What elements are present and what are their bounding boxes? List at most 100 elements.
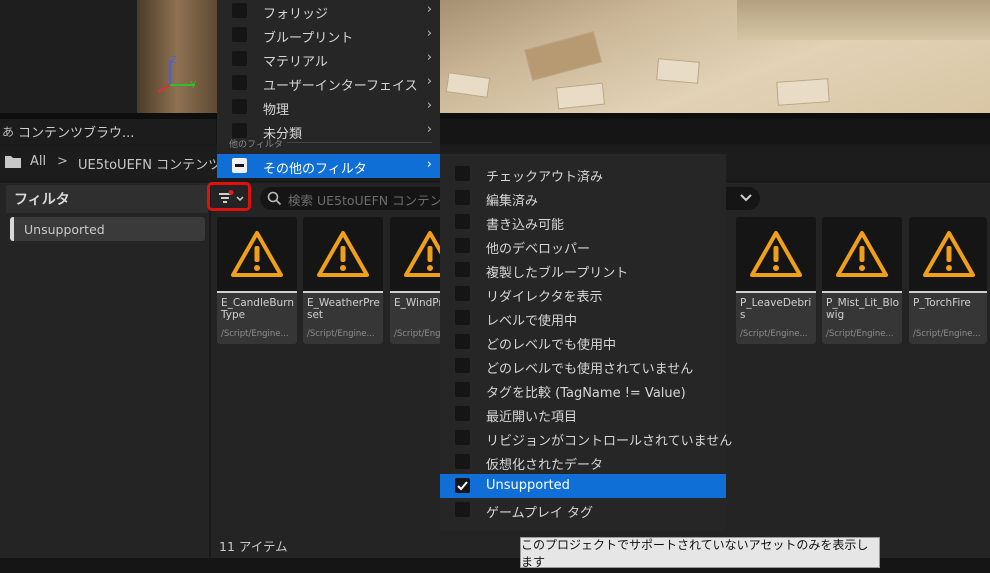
menu-item-label: ブループリント <box>263 31 354 46</box>
asset-path: /Script/Engine... <box>307 329 375 339</box>
other-filter-item[interactable]: レベルで使用中 <box>440 306 726 330</box>
asset-name: E_CandleBurnType <box>221 297 294 321</box>
asset-thumbnail <box>217 217 297 291</box>
checkbox[interactable] <box>455 262 470 277</box>
checkbox[interactable] <box>232 75 247 90</box>
checkbox[interactable] <box>455 454 470 469</box>
other-filter-item[interactable]: ゲームプレイ タグ <box>440 498 726 522</box>
asset-thumbnail <box>822 217 902 291</box>
folder-icon <box>5 156 21 168</box>
tab-content-browser[interactable]: あ コンテンツブラウ... <box>0 119 216 144</box>
other-filter-item[interactable]: タグを比較 (TagName != Value) <box>440 378 726 402</box>
other-filter-item[interactable]: 仮想化されたデータ <box>440 450 726 474</box>
asset-path: /Script/Engine... <box>221 329 289 339</box>
filter-chip-indicator <box>10 217 14 241</box>
checkbox[interactable] <box>455 190 470 205</box>
checkbox[interactable] <box>455 238 470 253</box>
checkbox[interactable] <box>455 358 470 373</box>
cobblestone <box>555 82 606 110</box>
asset-tile[interactable]: P_LeaveDebris/Script/Engine... <box>736 217 816 344</box>
other-filter-item[interactable]: リダイレクタを表示 <box>440 282 726 306</box>
checkbox[interactable] <box>455 214 470 229</box>
indeterminate-checkbox[interactable] <box>232 158 247 173</box>
asset-name: E_WeatherPreset <box>307 297 380 321</box>
menu-item-label: 最近開いた項目 <box>486 410 578 425</box>
menu-item-label: Unsupported <box>486 478 570 493</box>
market-stall <box>737 0 990 40</box>
chevron-right-icon: › <box>426 74 432 89</box>
checkbox[interactable] <box>455 382 470 397</box>
warning-icon <box>923 231 975 277</box>
checkbox[interactable] <box>232 51 247 66</box>
asset-tile[interactable]: P_TorchFire/Script/Engine... <box>909 217 987 344</box>
filter-icon <box>219 190 244 203</box>
menu-item-label: レベルで使用中 <box>486 314 578 329</box>
other-filter-item[interactable]: 最近開いた項目 <box>440 402 726 426</box>
chevron-right-icon: › <box>426 157 432 172</box>
checked-checkbox[interactable] <box>455 478 470 493</box>
asset-tile[interactable]: P_Mist_Lit_Blowig/Script/Engine... <box>822 217 902 344</box>
filter-chip-label: Unsupported <box>24 221 105 237</box>
other-filter-item[interactable]: 他のデベロッパー <box>440 234 726 258</box>
other-filter-item[interactable]: どのレベルでも使用中 <box>440 330 726 354</box>
filter-menu-item[interactable]: フォリッジ › <box>217 0 440 23</box>
wooden-pallet <box>524 31 602 81</box>
checkbox[interactable] <box>232 27 247 42</box>
menu-item-label: 書き込み可能 <box>486 218 565 233</box>
asset-info: P_TorchFire/Script/Engine... <box>909 293 987 344</box>
asset-info: E_WeatherPreset/Script/Engine... <box>303 293 383 344</box>
checkbox[interactable] <box>232 123 247 138</box>
section-label-other-filters: 他のフィルタ <box>229 140 283 150</box>
checkbox[interactable] <box>232 3 247 18</box>
menu-item-other-filters[interactable]: その他のフィルタ › <box>217 154 440 178</box>
axis-gizmo-icon: Z Y <box>157 55 197 93</box>
other-filter-item[interactable]: 書き込み可能 <box>440 210 726 234</box>
other-filter-item[interactable]: リビジョンがコントロールされていません <box>440 426 732 450</box>
other-filter-item[interactable]: Unsupported <box>440 474 726 498</box>
menu-item-label: 物理 <box>263 103 290 118</box>
checkbox[interactable] <box>455 502 470 517</box>
other-filter-item[interactable]: どのレベルでも使用されていません <box>440 354 726 378</box>
warning-icon <box>317 231 369 277</box>
warning-icon <box>750 231 802 277</box>
menu-item-label: フォリッジ <box>263 7 329 22</box>
filter-menu-item[interactable]: ブループリント › <box>217 23 440 47</box>
menu-divider <box>287 142 432 143</box>
breadcrumb-separator: > <box>57 154 68 169</box>
other-filter-item[interactable]: 編集済み <box>440 186 726 210</box>
checkbox[interactable] <box>455 430 470 445</box>
menu-item-label: タグを比較 (TagName != Value) <box>486 386 686 401</box>
breadcrumb-folder[interactable]: UE5toUEFN コンテンツ <box>78 154 221 173</box>
checkbox[interactable] <box>455 166 470 181</box>
chevron-down-icon[interactable] <box>740 193 752 203</box>
checkbox[interactable] <box>455 286 470 301</box>
menu-item-label: チェックアウト済み <box>486 170 604 185</box>
filter-menu-item[interactable]: ユーザーインターフェイス › <box>217 71 440 95</box>
filter-menu-item[interactable]: マテリアル › <box>217 47 440 71</box>
search-icon <box>267 191 282 206</box>
warning-icon <box>836 231 888 277</box>
item-count: 11 アイテム <box>219 539 288 554</box>
filters-header[interactable]: フィルタ <box>6 185 208 213</box>
asset-name: P_Mist_Lit_Blowig <box>826 297 900 321</box>
menu-item-label: その他のフィルタ <box>263 162 367 177</box>
asset-thumbnail <box>303 217 383 291</box>
other-filter-item[interactable]: チェックアウト済み <box>440 162 726 186</box>
other-filter-item[interactable]: 複製したブループリント <box>440 258 726 282</box>
asset-tile[interactable]: E_WeatherPreset/Script/Engine... <box>303 217 383 344</box>
filter-menu-item[interactable]: 物理 › <box>217 95 440 119</box>
warning-icon <box>231 231 283 277</box>
asset-tile[interactable]: E_CandleBurnType/Script/Engine... <box>217 217 297 344</box>
asset-path: /Script/Engine... <box>826 329 894 339</box>
asset-name: P_LeaveDebris <box>740 297 812 321</box>
checkbox[interactable] <box>455 334 470 349</box>
filter-dropdown-menu: フォリッジ › ブループリント › マテリアル › ユーザーインターフェイス › 物理 › 未分類 ›… <box>217 0 440 178</box>
breadcrumb-all[interactable]: All <box>30 154 46 169</box>
filter-button[interactable] <box>213 187 247 207</box>
cobblestone <box>656 58 700 84</box>
checkbox[interactable] <box>455 310 470 325</box>
active-filter-chip[interactable]: Unsupported <box>10 217 205 241</box>
checkbox[interactable] <box>455 406 470 421</box>
asset-path: /Script/Engine... <box>740 329 808 339</box>
checkbox[interactable] <box>232 99 247 114</box>
